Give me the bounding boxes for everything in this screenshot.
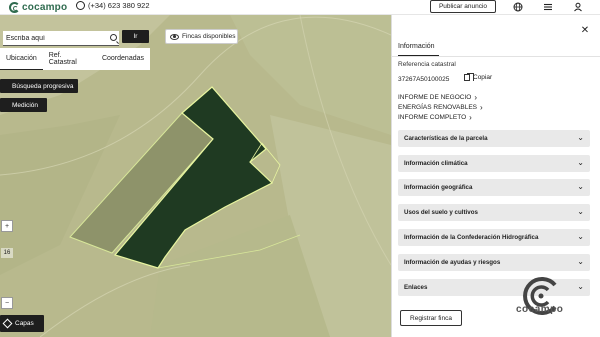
phone-contact[interactable]: (+34) 623 380 922 xyxy=(76,1,150,10)
eye-icon xyxy=(170,33,179,40)
info-panel: Información ✕ Referencia catastral 37267… xyxy=(391,15,600,337)
tab-coordenadas[interactable]: Coordenadas xyxy=(96,48,150,70)
zoom-in-button[interactable]: + xyxy=(1,220,13,232)
search-input[interactable] xyxy=(6,34,106,42)
link-label: ENERGÍAS RENOVABLES xyxy=(398,104,477,111)
chevron-down-icon: ⌄ xyxy=(577,282,584,291)
tab-ref-catastral[interactable]: Ref. Catastral xyxy=(43,48,96,70)
available-farms-toggle[interactable]: Fincas disponibles xyxy=(165,29,238,44)
section-climate-info[interactable]: Información climática ⌄ xyxy=(398,155,590,172)
full-report-link[interactable]: INFORME COMPLETO › xyxy=(398,113,472,122)
section-label: Información geográfica xyxy=(404,184,473,191)
section-land-use[interactable]: Usos del suelo y cultivos ⌄ xyxy=(398,204,590,221)
business-report-link[interactable]: INFORME DE NEGOCIO › xyxy=(398,93,477,102)
section-geographic-info[interactable]: Información geográfica ⌄ xyxy=(398,179,590,196)
section-aid-risks[interactable]: Información de ayudas y riesgos ⌄ xyxy=(398,254,590,271)
cadastral-ref-label: Referencia catastral xyxy=(398,61,456,68)
section-label: Información de la Confederación Hidrográ… xyxy=(404,234,539,241)
satellite-map[interactable]: Ir Ubicación Ref. Catastral Coordenadas … xyxy=(0,15,391,337)
watermark-brand-text: cocampo xyxy=(516,304,564,315)
measure-button[interactable]: Medición xyxy=(0,98,47,112)
link-label: INFORME DE NEGOCIO xyxy=(398,94,472,101)
chevron-down-icon: ⌄ xyxy=(577,182,584,191)
chevron-right-icon: › xyxy=(480,103,483,112)
chevron-down-icon: ⌄ xyxy=(577,133,584,142)
chevron-down-icon: ⌄ xyxy=(577,257,584,266)
location-search[interactable] xyxy=(3,31,119,46)
copy-label: Copiar xyxy=(473,74,493,81)
section-label: Información de ayudas y riesgos xyxy=(404,259,501,266)
chevron-down-icon: ⌄ xyxy=(577,158,584,167)
close-icon[interactable]: ✕ xyxy=(580,26,590,36)
tab-ubicacion[interactable]: Ubicación xyxy=(0,48,43,70)
globe-icon[interactable] xyxy=(512,1,524,13)
layers-button[interactable]: Capas xyxy=(0,315,44,332)
top-header: cocampo (+34) 623 380 922 Publicar anunc… xyxy=(0,0,600,15)
copy-button[interactable]: Copiar xyxy=(464,72,493,81)
panel-divider xyxy=(392,56,600,57)
brand-name: cocampo xyxy=(22,1,68,13)
section-label: Información climática xyxy=(404,160,468,167)
chevron-right-icon: › xyxy=(469,113,472,122)
phone-number: (+34) 623 380 922 xyxy=(88,1,150,10)
chevron-down-icon: ⌄ xyxy=(577,207,584,216)
chevron-down-icon: ⌄ xyxy=(577,232,584,241)
publish-ad-button[interactable]: Publicar anuncio xyxy=(430,0,496,13)
menu-icon[interactable] xyxy=(542,1,554,13)
cadastral-ref-value: 37267A50100025 xyxy=(398,76,450,83)
layers-icon xyxy=(2,318,13,329)
register-farm-button[interactable]: Registrar finca xyxy=(400,310,462,326)
user-icon[interactable] xyxy=(572,1,584,13)
go-button[interactable]: Ir xyxy=(122,30,149,43)
brand-logo[interactable]: cocampo xyxy=(9,0,67,14)
zoom-level: 16 xyxy=(1,248,13,258)
section-label: Características de la parcela xyxy=(404,135,488,142)
panel-tab-informacion[interactable]: Información xyxy=(398,43,435,50)
link-label: INFORME COMPLETO xyxy=(398,114,467,121)
zoom-out-button[interactable]: − xyxy=(1,297,13,309)
layers-label: Capas xyxy=(15,320,34,327)
section-parcel-characteristics[interactable]: Características de la parcela ⌄ xyxy=(398,130,590,147)
copy-icon xyxy=(464,72,474,81)
section-label: Enlaces xyxy=(404,284,428,291)
cocampo-logo-icon xyxy=(9,1,20,13)
whatsapp-icon xyxy=(76,1,85,10)
section-hydrographic-info[interactable]: Información de la Confederación Hidrográ… xyxy=(398,229,590,246)
renewable-energy-link[interactable]: ENERGÍAS RENOVABLES › xyxy=(398,103,483,112)
section-label: Usos del suelo y cultivos xyxy=(404,209,478,216)
progressive-search-button[interactable]: Búsqueda progresiva xyxy=(0,79,78,93)
chevron-right-icon: › xyxy=(474,93,477,102)
available-farms-label: Fincas disponibles xyxy=(182,33,236,40)
search-mode-tabs: Ubicación Ref. Catastral Coordenadas xyxy=(0,48,150,70)
search-icon[interactable] xyxy=(110,34,117,41)
